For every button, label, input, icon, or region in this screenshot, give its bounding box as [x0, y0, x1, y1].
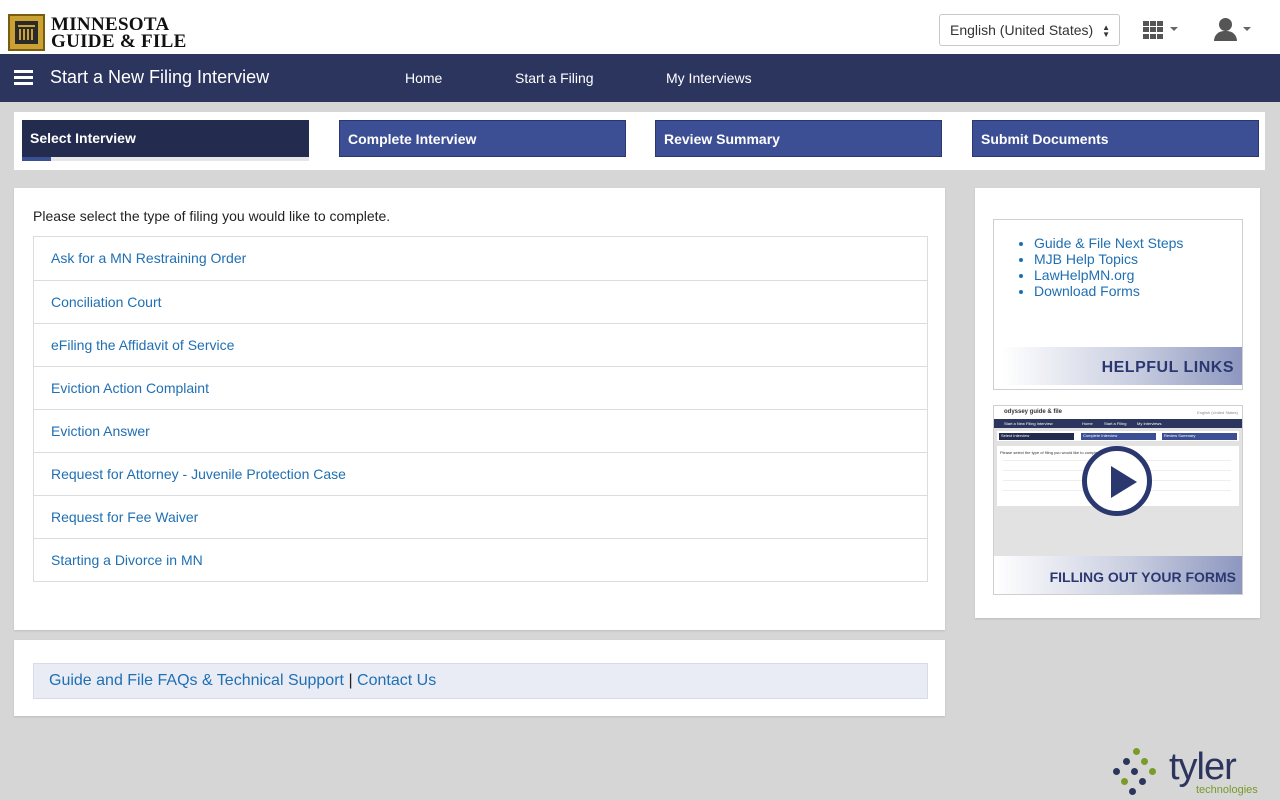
list-item[interactable]: Eviction Answer [34, 409, 927, 452]
main-navbar: Start a New Filing Interview Home Start … [0, 54, 1280, 102]
selection-instructions: Please select the type of filing you wou… [33, 208, 391, 224]
nav-link-my-interviews[interactable]: My Interviews [666, 70, 752, 86]
helpful-link-download-forms[interactable]: Download Forms [1034, 283, 1183, 299]
helpful-link-mjb-help[interactable]: MJB Help Topics [1034, 251, 1183, 267]
helpful-link-lawhelpmn[interactable]: LawHelpMN.org [1034, 267, 1183, 283]
video-thumb-step: Select Interview [999, 433, 1074, 440]
link-separator: | [348, 672, 353, 689]
page-title: Start a New Filing Interview [50, 67, 270, 87]
support-panel: Guide and File FAQs & Technical Support … [14, 640, 945, 716]
video-thumb-logo: odyssey guide & file [1004, 409, 1063, 415]
wizard-steps: Select Interview Complete Interview Revi… [14, 112, 1265, 170]
top-header: MINNESOTA GUIDE & FILE English (United S… [0, 0, 1280, 54]
user-icon[interactable] [1213, 18, 1239, 42]
list-item[interactable]: eFiling the Affidavit of Service [34, 323, 927, 366]
nav-link-home[interactable]: Home [405, 70, 442, 86]
step-review-summary[interactable]: Review Summary [655, 120, 942, 157]
video-tutorial[interactable]: odyssey guide & file English (United Sta… [993, 405, 1243, 595]
list-item[interactable]: Conciliation Court [34, 280, 927, 323]
contact-us-link[interactable]: Contact Us [357, 672, 436, 689]
tyler-dots-icon [1111, 746, 1163, 798]
play-icon[interactable] [1082, 446, 1152, 516]
interview-selection-panel: Please select the type of filing you wou… [14, 188, 945, 630]
list-item[interactable]: Request for Attorney - Juvenile Protecti… [34, 452, 927, 495]
helpful-links-box: Guide & File Next Steps MJB Help Topics … [993, 219, 1243, 390]
interview-list: Ask for a MN Restraining Order Conciliat… [33, 236, 928, 582]
video-thumb-step: Complete Interview [1081, 433, 1156, 440]
user-menu-caret-icon[interactable] [1243, 27, 1251, 31]
list-item[interactable]: Request for Fee Waiver [34, 495, 927, 538]
support-bar: Guide and File FAQs & Technical Support … [33, 663, 928, 699]
tyler-wordmark: tyler [1169, 746, 1237, 788]
video-thumb-nav-link: Start a Filing [1104, 421, 1127, 426]
helpful-link-next-steps[interactable]: Guide & File Next Steps [1034, 235, 1183, 251]
faq-support-link[interactable]: Guide and File FAQs & Technical Support [49, 672, 344, 689]
helpful-links-title: HELPFUL LINKS [1002, 347, 1242, 385]
video-title: FILLING OUT YOUR FORMS [994, 556, 1242, 594]
select-caret-icon: ▲ ▼ [1102, 23, 1110, 39]
apps-menu-caret-icon[interactable] [1170, 27, 1178, 31]
side-panel: Guide & File Next Steps MJB Help Topics … [975, 188, 1260, 618]
tyler-subtitle: technologies [1196, 784, 1258, 796]
list-item[interactable]: Starting a Divorce in MN [34, 538, 927, 581]
step-submit-documents[interactable]: Submit Documents [972, 120, 1259, 157]
step-complete-interview[interactable]: Complete Interview [339, 120, 626, 157]
logo-line-1: MINNESOTA [51, 13, 170, 35]
apps-grid-icon[interactable] [1143, 21, 1163, 39]
list-item[interactable]: Eviction Action Complaint [34, 366, 927, 409]
list-item[interactable]: Ask for a MN Restraining Order [34, 237, 927, 280]
capitol-logo-icon [8, 14, 45, 51]
minnesota-guide-file-logo[interactable]: MINNESOTA GUIDE & FILE [8, 14, 187, 51]
step-select-interview[interactable]: Select Interview [22, 120, 309, 157]
video-thumb-nav-link: Home [1082, 421, 1093, 426]
hamburger-icon[interactable] [14, 70, 33, 85]
tyler-technologies-logo: tyler technologies [1111, 746, 1271, 798]
step-progress-bar [22, 157, 309, 161]
language-select[interactable]: English (United States) ▲ ▼ [939, 14, 1120, 46]
video-thumb-intro: Please select the type of filing you wou… [1000, 450, 1103, 455]
video-thumb-nav-link: My Interviews [1137, 421, 1162, 426]
nav-link-start-filing[interactable]: Start a Filing [515, 70, 594, 86]
logo-line-2: GUIDE & FILE [51, 30, 187, 52]
video-thumb-nav-title: Start a New Filing Interview [1004, 421, 1053, 426]
language-select-value: English (United States) [950, 22, 1094, 38]
video-thumb-lang: English (United States) [1197, 410, 1238, 415]
helpful-links-list: Guide & File Next Steps MJB Help Topics … [1034, 235, 1183, 299]
video-thumb-step: Review Summary [1162, 433, 1237, 440]
